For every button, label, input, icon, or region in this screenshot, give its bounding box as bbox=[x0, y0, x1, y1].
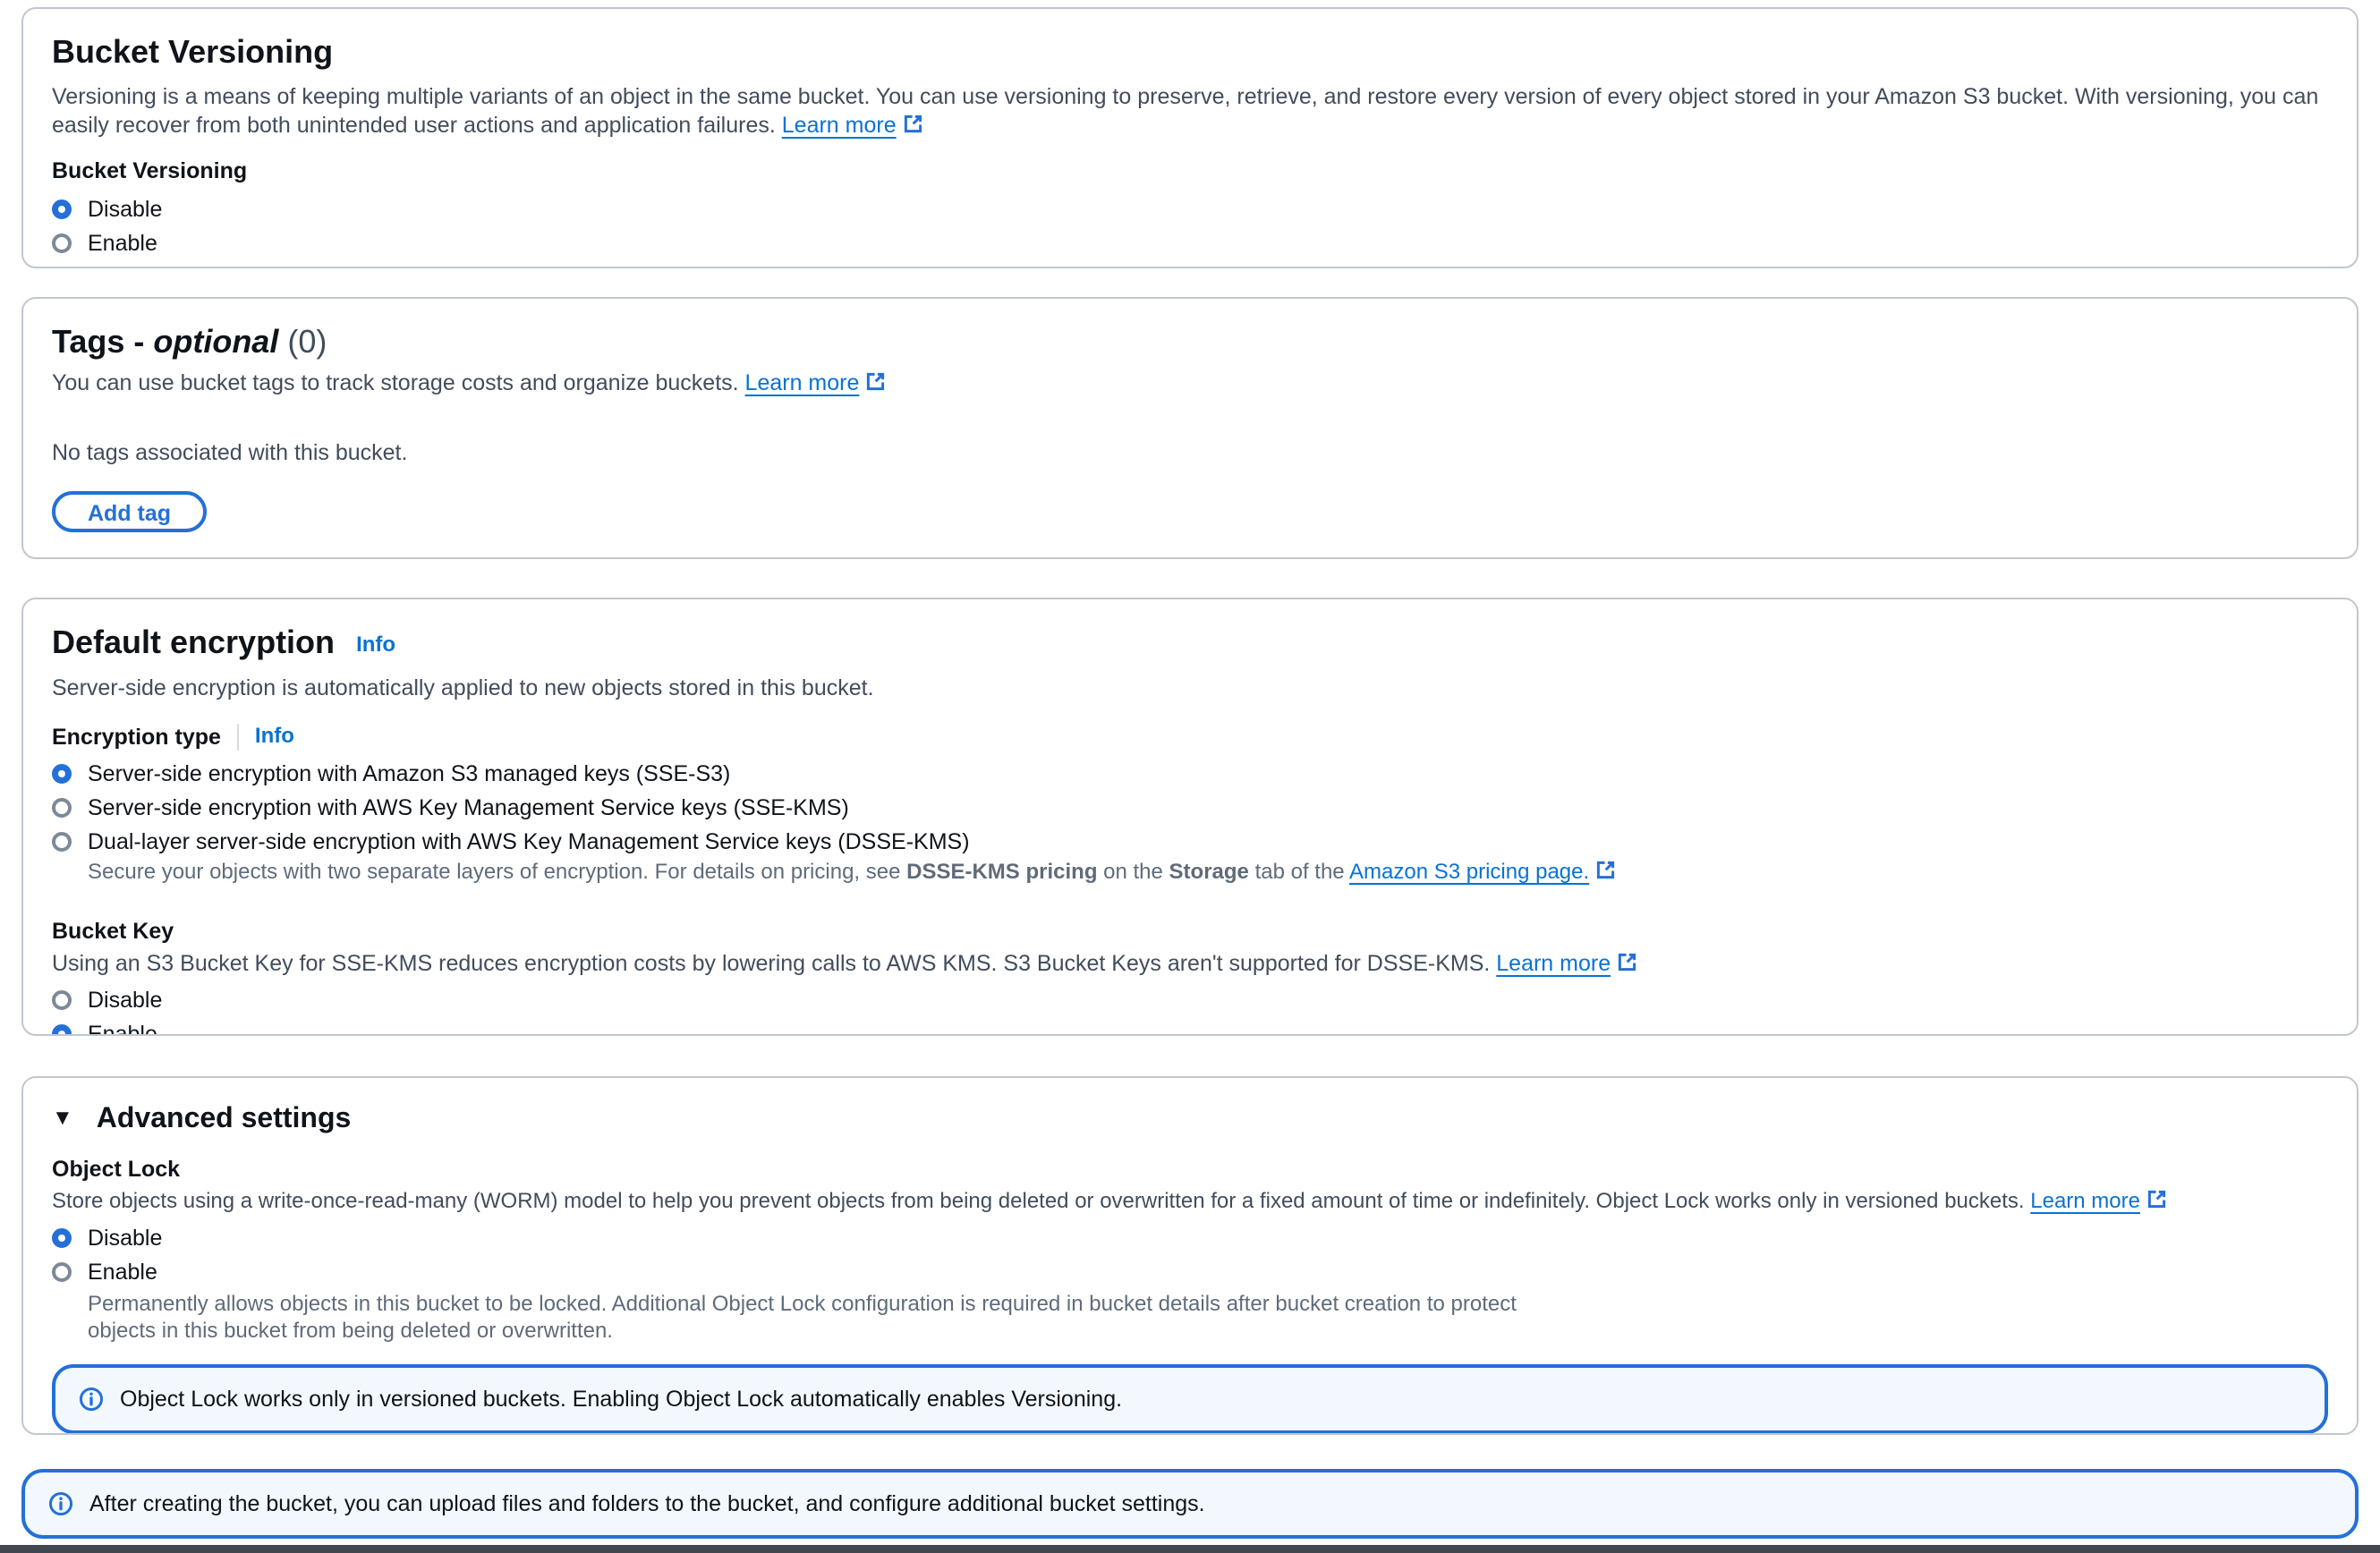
radio-unselected-icon[interactable] bbox=[52, 832, 72, 852]
bucket-versioning-description: Versioning is a means of keeping multipl… bbox=[52, 82, 2328, 140]
dsse-kms-option-description: Secure your objects with two separate la… bbox=[88, 859, 2328, 886]
encryption-sse-kms-option[interactable]: Server-side encryption with AWS Key Mana… bbox=[52, 794, 2328, 821]
encryption-type-label: Encryption type bbox=[52, 725, 221, 750]
object-lock-info-alert: Object Lock works only in versioned buck… bbox=[52, 1364, 2328, 1434]
tags-empty-message: No tags associated with this bucket. bbox=[52, 440, 2328, 466]
tags-learn-more-link[interactable]: Learn more bbox=[745, 370, 888, 395]
external-link-icon bbox=[902, 113, 924, 135]
encryption-type-label-row: Encryption type Info bbox=[52, 724, 2328, 751]
radio-selected-icon[interactable] bbox=[52, 199, 72, 219]
bucket-versioning-title: Bucket Versioning bbox=[52, 32, 2328, 72]
external-link-icon bbox=[1594, 859, 1617, 881]
tags-title: Tags - optional (0) bbox=[52, 322, 2328, 361]
tags-title-optional: optional bbox=[153, 323, 278, 360]
object-lock-enable-description: Permanently allows objects in this bucke… bbox=[88, 1291, 1573, 1345]
page-bottom-divider bbox=[0, 1545, 2380, 1553]
advanced-settings-title: Advanced settings bbox=[97, 1101, 352, 1134]
radio-selected-icon[interactable] bbox=[52, 1228, 72, 1248]
bucket-versioning-disable-option[interactable]: Disable bbox=[52, 196, 2328, 223]
bucket-key-disable-option[interactable]: Disable bbox=[52, 987, 2328, 1014]
radio-unselected-icon[interactable] bbox=[52, 798, 72, 818]
advanced-settings-card: ▼ Advanced settings Object Lock Store ob… bbox=[21, 1076, 2359, 1435]
bucket-versioning-learn-more-link[interactable]: Learn more bbox=[782, 113, 924, 138]
add-tag-button[interactable]: Add tag bbox=[52, 491, 207, 532]
post-creation-alert-text: After creating the bucket, you can uploa… bbox=[89, 1491, 1205, 1517]
object-lock-learn-more-link[interactable]: Learn more bbox=[2030, 1189, 2168, 1213]
bucket-versioning-card: Bucket Versioning Versioning is a means … bbox=[21, 7, 2359, 268]
object-lock-alert-text: Object Lock works only in versioned buck… bbox=[120, 1387, 1122, 1413]
external-link-icon bbox=[864, 370, 887, 393]
external-link-icon bbox=[2146, 1188, 2168, 1210]
bucket-key-description: Using an S3 Bucket Key for SSE-KMS reduc… bbox=[52, 949, 2328, 978]
bucket-key-label: Bucket Key bbox=[52, 918, 2328, 946]
advanced-settings-expander[interactable]: ▼ Advanced settings bbox=[52, 1101, 2328, 1134]
s3-pricing-page-link[interactable]: Amazon S3 pricing page. bbox=[1349, 860, 1617, 884]
tags-card: Tags - optional (0) You can use bucket t… bbox=[21, 297, 2359, 559]
tags-description: You can use bucket tags to track storage… bbox=[52, 369, 2328, 397]
encryption-sse-s3-option[interactable]: Server-side encryption with Amazon S3 ma… bbox=[52, 760, 2328, 787]
object-lock-label: Object Lock bbox=[52, 1156, 2328, 1184]
post-creation-info-alert: After creating the bucket, you can uploa… bbox=[21, 1469, 2359, 1539]
radio-unselected-icon[interactable] bbox=[52, 990, 72, 1010]
label-divider bbox=[237, 724, 239, 751]
encryption-type-info-link[interactable]: Info bbox=[255, 724, 294, 748]
bucket-key-learn-more-link[interactable]: Learn more bbox=[1496, 951, 1638, 976]
object-lock-disable-option[interactable]: Disable bbox=[52, 1225, 2328, 1252]
create-bucket-settings-page: Bucket Versioning Versioning is a means … bbox=[0, 0, 2380, 1539]
bucket-versioning-field-label: Bucket Versioning bbox=[52, 157, 2328, 185]
tags-count: (0) bbox=[287, 323, 327, 360]
default-encryption-info-link[interactable]: Info bbox=[356, 632, 395, 657]
radio-unselected-icon[interactable] bbox=[52, 233, 72, 253]
default-encryption-card: Default encryption Info Server-side encr… bbox=[21, 598, 2359, 1036]
radio-selected-icon[interactable] bbox=[52, 1024, 72, 1036]
encryption-dsse-kms-option[interactable]: Dual-layer server-side encryption with A… bbox=[52, 828, 2328, 855]
bucket-key-enable-option[interactable]: Enable bbox=[52, 1021, 2328, 1036]
default-encryption-title: Default encryption Info bbox=[52, 623, 2328, 665]
radio-unselected-icon[interactable] bbox=[52, 1262, 72, 1282]
bucket-versioning-enable-option[interactable]: Enable bbox=[52, 230, 2328, 257]
radio-selected-icon[interactable] bbox=[52, 764, 72, 784]
caret-down-icon[interactable]: ▼ bbox=[52, 1106, 73, 1131]
external-link-icon bbox=[1616, 951, 1638, 973]
info-icon bbox=[48, 1491, 73, 1516]
object-lock-enable-option[interactable]: Enable bbox=[52, 1259, 2328, 1286]
default-encryption-description: Server-side encryption is automatically … bbox=[52, 674, 2328, 702]
object-lock-description: Store objects using a write-once-read-ma… bbox=[52, 1187, 2328, 1216]
info-icon bbox=[79, 1387, 104, 1412]
